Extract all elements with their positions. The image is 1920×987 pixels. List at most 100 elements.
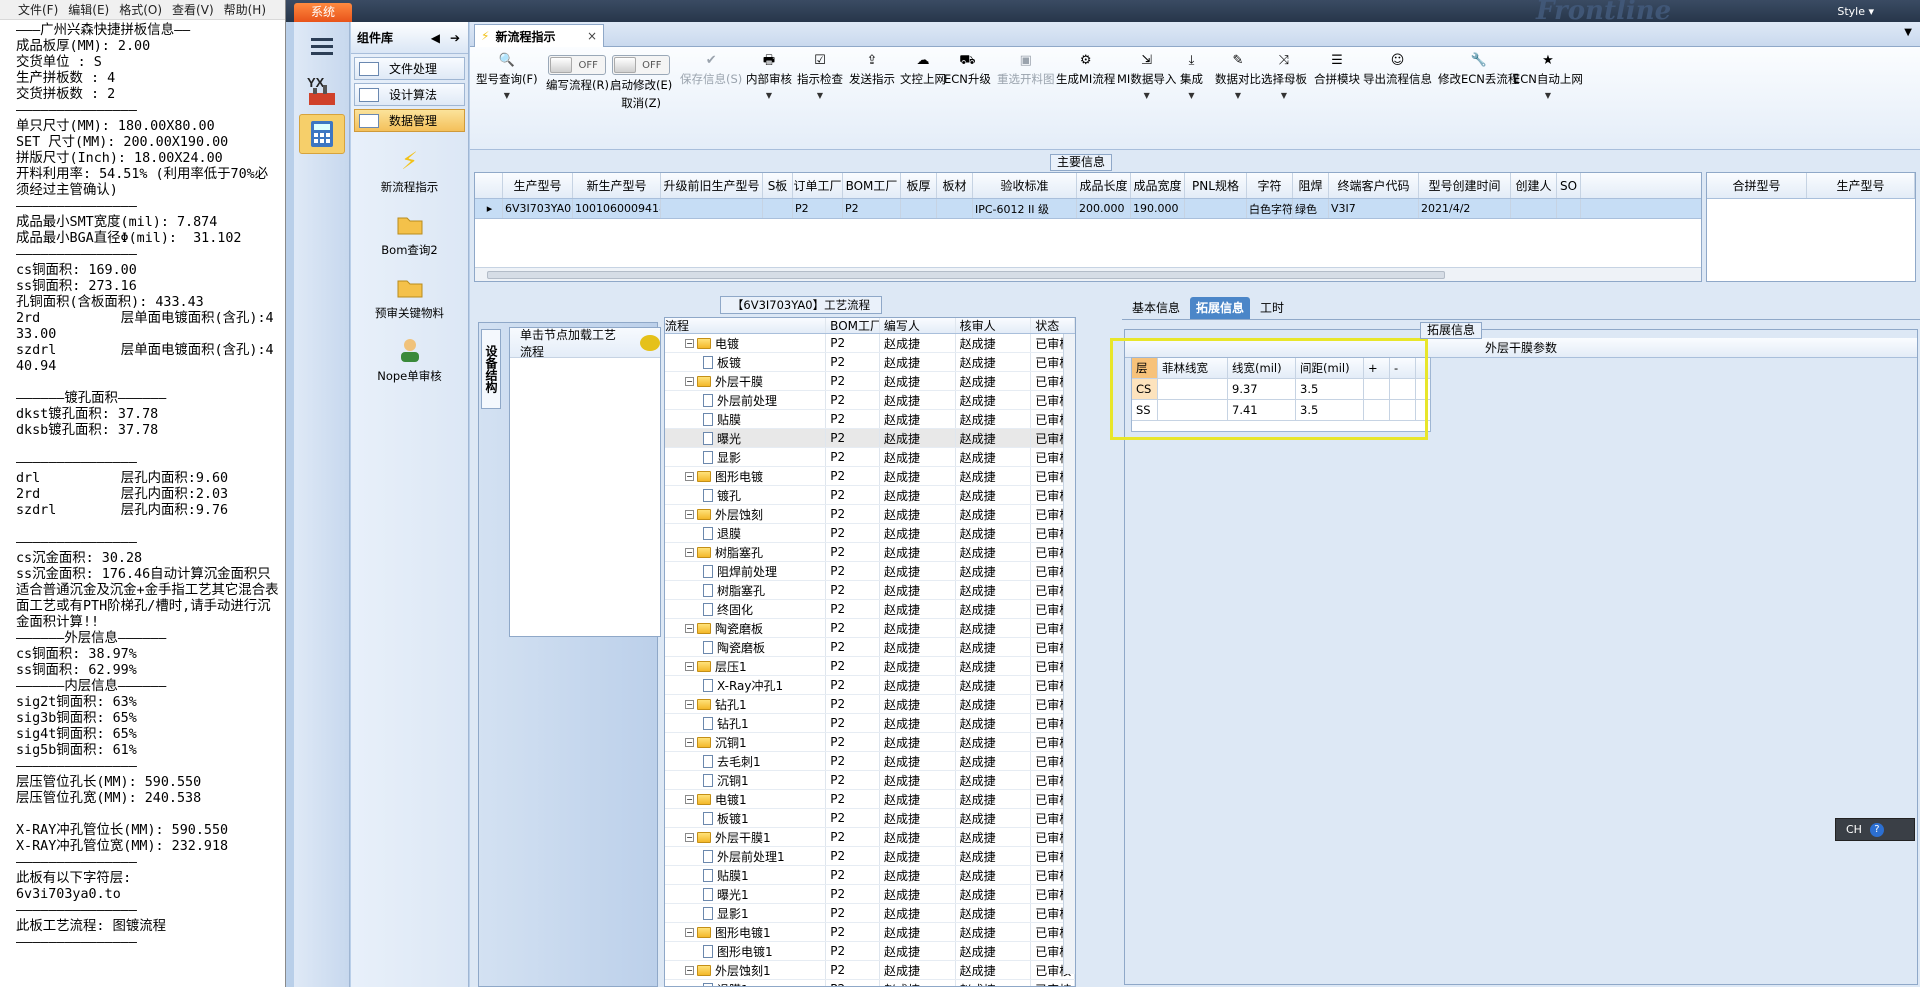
grid-cell[interactable]: 2021/4/2 <box>1419 199 1511 218</box>
grid-cell[interactable]: 200.000 <box>1077 199 1131 218</box>
grid-cell[interactable]: V3I7 <box>1329 199 1419 218</box>
tree-node[interactable]: 外层前处理 <box>665 391 827 409</box>
collapse-icon[interactable]: − <box>685 338 694 348</box>
tree-row[interactable]: 树脂塞孔 P2 赵成捷 赵成捷 已审核 <box>665 581 1075 600</box>
tree-node[interactable]: − 外层蚀刻 <box>665 505 827 523</box>
horizontal-scrollbar[interactable] <box>475 267 1701 281</box>
toolbar-button[interactable]: ☁ 文控上网 <box>900 53 946 87</box>
tree-row[interactable]: 贴膜1 P2 赵成捷 赵成捷 已审核 <box>665 866 1075 885</box>
toolbar-button[interactable]: ⚙ 生成MI流程 <box>1056 53 1115 87</box>
toolbar-button[interactable]: OFF 启动修改(E) 取消(Z) <box>610 55 672 111</box>
column-header[interactable]: 验收标准 <box>973 173 1077 198</box>
tree-node[interactable]: 贴膜 <box>665 410 827 428</box>
tree-row[interactable]: 陶瓷磨板 P2 赵成捷 赵成捷 已审核 <box>665 638 1075 657</box>
grid-cell[interactable]: IPC-6012 II 级 <box>973 199 1077 218</box>
menu-item[interactable]: 文件(F) <box>18 1 58 18</box>
grid-cell[interactable] <box>901 199 937 218</box>
toolbar-button[interactable]: ★ ECN自动上网 ▼ <box>1513 53 1583 100</box>
toolbar-button[interactable]: ☰ 合拼模块 <box>1314 53 1360 87</box>
column-header[interactable]: 成品宽度 <box>1131 173 1185 198</box>
toolbar-button[interactable]: ⇪ 发送指示 <box>849 53 895 87</box>
vertical-tab-equipment[interactable]: 设备结构 <box>481 329 501 409</box>
toggle-switch[interactable]: OFF <box>612 55 671 75</box>
toolbar-button[interactable]: ☑ 指示检查 ▼ <box>797 53 843 100</box>
tree-row[interactable]: − 电镀1 P2 赵成捷 赵成捷 已审核 <box>665 790 1075 809</box>
tree-node[interactable]: 阻焊前处理 <box>665 562 827 580</box>
toolbar-button[interactable]: 🖶 内部审核 ▼ <box>746 53 792 100</box>
tree-row[interactable]: − 钻孔1 P2 赵成捷 赵成捷 已审核 <box>665 695 1075 714</box>
tool-key-material[interactable]: 预审关键物料 <box>351 272 468 321</box>
grid-cell[interactable]: 白色字符 <box>1247 199 1293 218</box>
grid-cell[interactable] <box>763 199 793 218</box>
column-header[interactable]: 升级前旧生产型号 <box>661 173 763 198</box>
tree-row[interactable]: 终固化 P2 赵成捷 赵成捷 已审核 <box>665 600 1075 619</box>
chevron-down-icon[interactable]: ▼ <box>1144 91 1150 100</box>
tool-new-flow[interactable]: ⚡ 新流程指示 <box>351 146 468 195</box>
tree-node[interactable]: − 沉铜1 <box>665 733 827 751</box>
column-header[interactable]: 板厚 <box>901 173 937 198</box>
layer-cell[interactable]: 3.5 <box>1296 379 1364 399</box>
column-header[interactable]: 状态 <box>1031 318 1075 333</box>
layer-cell[interactable]: 3.5 <box>1296 400 1364 420</box>
tree-row[interactable]: − 电镀 P2 赵成捷 赵成捷 已审核 <box>665 334 1075 353</box>
tree-row[interactable]: 阻焊前处理 P2 赵成捷 赵成捷 已审核 <box>665 562 1075 581</box>
column-header[interactable]: 字符 <box>1247 173 1293 198</box>
grid-cell[interactable] <box>1511 199 1557 218</box>
nav-row-data-management[interactable]: 数据管理 <box>354 109 465 132</box>
table-row[interactable]: ▸6V3I703YA010010600094186 P2P2 IPC-6012 II… <box>475 199 1701 219</box>
factory-icon[interactable]: YX <box>299 70 345 110</box>
grid-cell[interactable] <box>661 199 763 218</box>
collapse-icon[interactable]: − <box>685 927 694 937</box>
system-tab[interactable]: 系统 <box>294 3 352 22</box>
tree-row[interactable]: − 层压1 P2 赵成捷 赵成捷 已审核 <box>665 657 1075 676</box>
grid-cell[interactable]: 绿色 <box>1293 199 1329 218</box>
tree-node[interactable]: 树脂塞孔 <box>665 581 827 599</box>
tree-row[interactable]: − 沉铜1 P2 赵成捷 赵成捷 已审核 <box>665 733 1075 752</box>
tree-node[interactable]: 终固化 <box>665 600 827 618</box>
menu-item[interactable]: 查看(V) <box>172 1 214 18</box>
column-header[interactable]: 板材 <box>937 173 973 198</box>
nav-row-file[interactable]: 文件处理 <box>354 57 465 80</box>
tree-node[interactable]: − 电镀 <box>665 334 827 352</box>
chevron-down-icon[interactable]: ▼ <box>766 91 772 100</box>
tree-node[interactable]: 曝光1 <box>665 885 827 903</box>
scroll-thumb[interactable] <box>487 271 1445 279</box>
table-row[interactable]: SS 7.41 3.5 <box>1132 400 1430 421</box>
grid-cell[interactable]: P2 <box>843 199 901 218</box>
tree-row[interactable]: 沉铜1 P2 赵成捷 赵成捷 已审核 <box>665 771 1075 790</box>
tree-row[interactable]: − 外层干膜 P2 赵成捷 赵成捷 已审核 <box>665 372 1075 391</box>
tree-node[interactable]: 退膜1 <box>665 980 827 986</box>
collapse-icon[interactable]: − <box>685 509 694 519</box>
tree-node[interactable]: X-Ray冲孔1 <box>665 676 827 694</box>
tree-row[interactable]: 显影 P2 赵成捷 赵成捷 已审核 <box>665 448 1075 467</box>
layer-cell[interactable] <box>1390 379 1416 399</box>
tree-row[interactable]: 外层前处理 P2 赵成捷 赵成捷 已审核 <box>665 391 1075 410</box>
tree-row[interactable]: 去毛刺1 P2 赵成捷 赵成捷 已审核 <box>665 752 1075 771</box>
tree-row[interactable]: − 外层蚀刻 P2 赵成捷 赵成捷 已审核 <box>665 505 1075 524</box>
tree-row[interactable]: 退膜1P2赵成捷赵成捷已审核 <box>665 980 1075 986</box>
toolbar-button[interactable]: ⤨ 选择母板 ▼ <box>1261 53 1307 100</box>
layer-cell[interactable]: SS <box>1132 400 1158 420</box>
tree-node[interactable]: 钻孔1 <box>665 714 827 732</box>
collapse-left-icon[interactable]: ◀ <box>431 31 440 45</box>
tree-node[interactable]: 贴膜1 <box>665 866 827 884</box>
tree-node[interactable]: − 树脂塞孔 <box>665 543 827 561</box>
grid-cell[interactable]: P2 <box>793 199 843 218</box>
tree-row[interactable]: 板镀1 P2 赵成捷 赵成捷 已审核 <box>665 809 1075 828</box>
toolbar-button[interactable]: ✎ 数据对比 ▼ <box>1215 53 1261 100</box>
tree-node[interactable]: 板镀1 <box>665 809 827 827</box>
tree-node[interactable]: − 层压1 <box>665 657 827 675</box>
tab-new-flow[interactable]: ⚡ 新流程指示 × <box>474 24 604 47</box>
toolbar-button[interactable]: ▣ 重选开料图 <box>997 53 1055 87</box>
grid-cell[interactable]: 6V3I703YA0 <box>503 199 573 218</box>
collapse-icon[interactable]: − <box>685 376 694 386</box>
column-header[interactable]: 终端客户代码 <box>1329 173 1419 198</box>
chevron-down-icon[interactable]: ▼ <box>1188 91 1194 100</box>
nav-row-algorithm[interactable]: 设计算法 <box>354 83 465 106</box>
column-header[interactable]: 新生产型号 <box>573 173 661 198</box>
chevron-down-icon[interactable]: ▼ <box>817 91 823 100</box>
tree-row[interactable]: 图形电镀1 P2 赵成捷 赵成捷 已审核 <box>665 942 1075 961</box>
column-header[interactable]: BOM工厂 <box>843 173 901 198</box>
tab-worktime[interactable]: 工时 <box>1254 297 1290 319</box>
chevron-down-icon[interactable]: ▼ <box>1904 27 1912 38</box>
